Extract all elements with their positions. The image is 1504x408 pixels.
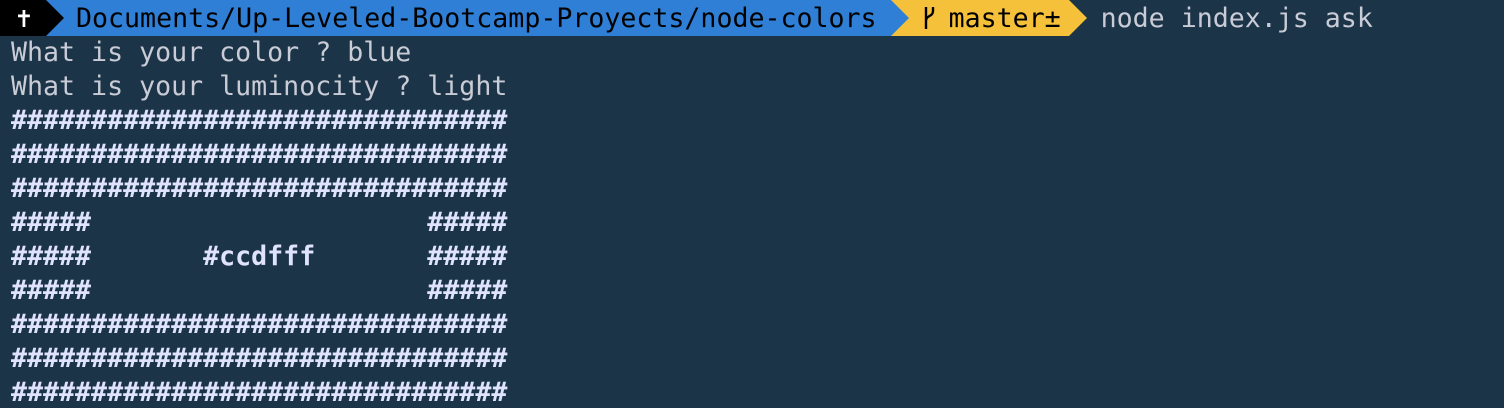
box-line-color-code: ##### #ccdfff ##### — [11, 241, 508, 272]
current-directory: Documents/Up-Leveled-Bootcamp-Proyects/n… — [76, 2, 877, 34]
question-luminosity: What is your luminocity ? light — [11, 71, 508, 102]
terminal-window[interactable]: ✝ Documents/Up-Leveled-Bootcamp-Proyects… — [0, 0, 1504, 408]
git-branch-name: master± — [948, 2, 1061, 34]
box-line: ############################### — [11, 343, 508, 374]
segment-separator — [1068, 0, 1087, 36]
segment-separator — [890, 0, 909, 36]
shell-prompt: ✝ Documents/Up-Leveled-Bootcamp-Proyects… — [0, 0, 1373, 36]
box-line: ############################### — [11, 173, 508, 204]
git-branch-icon — [924, 7, 934, 29]
box-line: ############################### — [11, 377, 508, 408]
box-line: ############################### — [11, 139, 508, 170]
prompt-root-segment: ✝ — [0, 0, 65, 36]
box-line: ############################### — [11, 309, 508, 340]
box-line: ##### ##### — [11, 275, 508, 306]
prompt-git-segment: master± — [890, 0, 1087, 36]
question-color: What is your color ? blue — [11, 37, 412, 68]
command-output: What is your color ? blue What is your l… — [11, 36, 507, 408]
box-line: ##### ##### — [11, 207, 508, 238]
prompt-path-segment: Documents/Up-Leveled-Bootcamp-Proyects/n… — [46, 0, 909, 36]
cross-icon: ✝ — [16, 2, 33, 34]
segment-separator — [46, 0, 65, 36]
box-line: ############################### — [11, 105, 508, 136]
command-input[interactable]: node index.js ask — [1069, 3, 1373, 34]
